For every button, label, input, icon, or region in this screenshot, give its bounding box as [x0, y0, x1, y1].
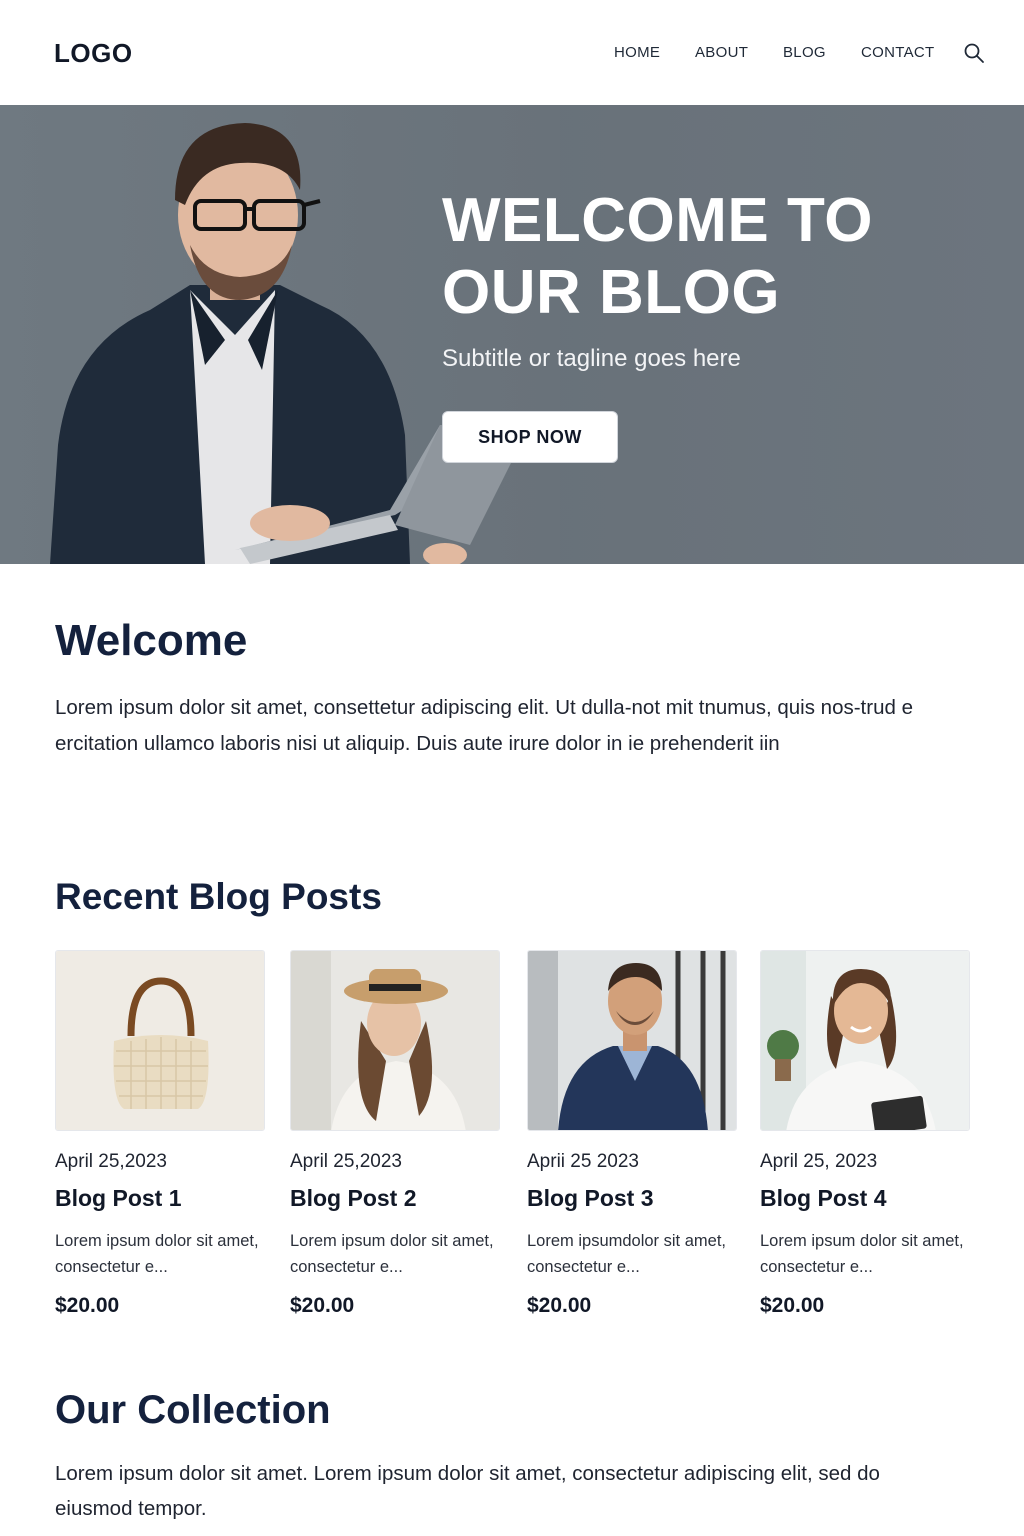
- blog-post-card[interactable]: April 25,2023 Blog Post 2 Lorem ipsum do…: [290, 950, 500, 1318]
- search-icon[interactable]: [963, 42, 985, 64]
- welcome-title: Welcome: [55, 616, 248, 665]
- blog-post-grid: April 25,2023 Blog Post 1 Lorem ipsum do…: [55, 950, 985, 1330]
- logo[interactable]: LOGO: [54, 38, 133, 69]
- hero-title: WELCOME TO OUR BLOG: [442, 185, 873, 329]
- nav-about[interactable]: ABOUT: [695, 44, 783, 61]
- recent-posts-title: Recent Blog Posts: [55, 876, 382, 917]
- handbag-image[interactable]: [55, 950, 265, 1131]
- post-price: $20.00: [527, 1294, 592, 1317]
- post-excerpt: Lorem ipsumdolor sit amet, consectetur e…: [527, 1232, 726, 1276]
- hero-banner: WELCOME TO OUR BLOG Subtitle or tagline …: [0, 105, 1024, 564]
- welcome-text: Lorem ipsum dolor sit amet, consettetur …: [55, 696, 913, 755]
- nav-blog[interactable]: BLOG: [783, 44, 861, 61]
- post-excerpt: Lorem ipsum dolor sit amet, consectetur …: [55, 1232, 259, 1276]
- woman-hat-image[interactable]: [290, 950, 500, 1131]
- collection-title: Our Collection: [55, 1388, 331, 1432]
- hero-man-laptop-image: [0, 105, 560, 564]
- post-date: April 25,2023: [290, 1151, 402, 1172]
- hero-subtitle: Subtitle or tagline goes here: [442, 345, 741, 372]
- woman-smiling-image[interactable]: [760, 950, 970, 1131]
- post-price: $20.00: [55, 1294, 120, 1317]
- shop-now-button[interactable]: SHOP NOW: [442, 411, 618, 463]
- collection-text: Lorem ipsum dolor sit amet. Lorem ipsum …: [55, 1462, 880, 1520]
- nav-contact[interactable]: CONTACT: [861, 44, 961, 61]
- man-suit-image[interactable]: [527, 950, 737, 1131]
- nav-home[interactable]: HOME: [614, 44, 695, 61]
- blog-post-card[interactable]: April 25,2023 Blog Post 1 Lorem ipsum do…: [55, 950, 265, 1318]
- blog-post-card[interactable]: April 25, 2023 Blog Post 4 Lorem ipsum d…: [760, 950, 970, 1318]
- post-date: April 25, 2023: [760, 1151, 878, 1172]
- post-excerpt: Lorem ipsum dolor sit amet, consectetur …: [760, 1232, 964, 1276]
- post-date: April 25,2023: [55, 1151, 167, 1172]
- post-date: Aprii 25 2023: [527, 1151, 639, 1172]
- hero-title-line2: OUR BLOG: [442, 258, 781, 327]
- post-excerpt: Lorem ipsum dolor sit amet, consectetur …: [290, 1232, 494, 1276]
- post-price: $20.00: [760, 1294, 825, 1317]
- post-title[interactable]: Blog Post 2: [290, 1185, 500, 1212]
- blog-post-card[interactable]: Aprii 25 2023 Blog Post 3 Lorem ipsumdol…: [527, 950, 737, 1318]
- post-title[interactable]: Blog Post 3: [527, 1185, 737, 1212]
- post-price: $20.00: [290, 1294, 355, 1317]
- post-title[interactable]: Blog Post 4: [760, 1185, 970, 1212]
- site-header: LOGO HOME ABOUT BLOG CONTACT: [0, 0, 1024, 105]
- post-title[interactable]: Blog Post 1: [55, 1185, 265, 1212]
- hero-title-line1: WELCOME TO: [442, 186, 873, 255]
- main-nav: HOME ABOUT BLOG CONTACT: [614, 44, 961, 61]
